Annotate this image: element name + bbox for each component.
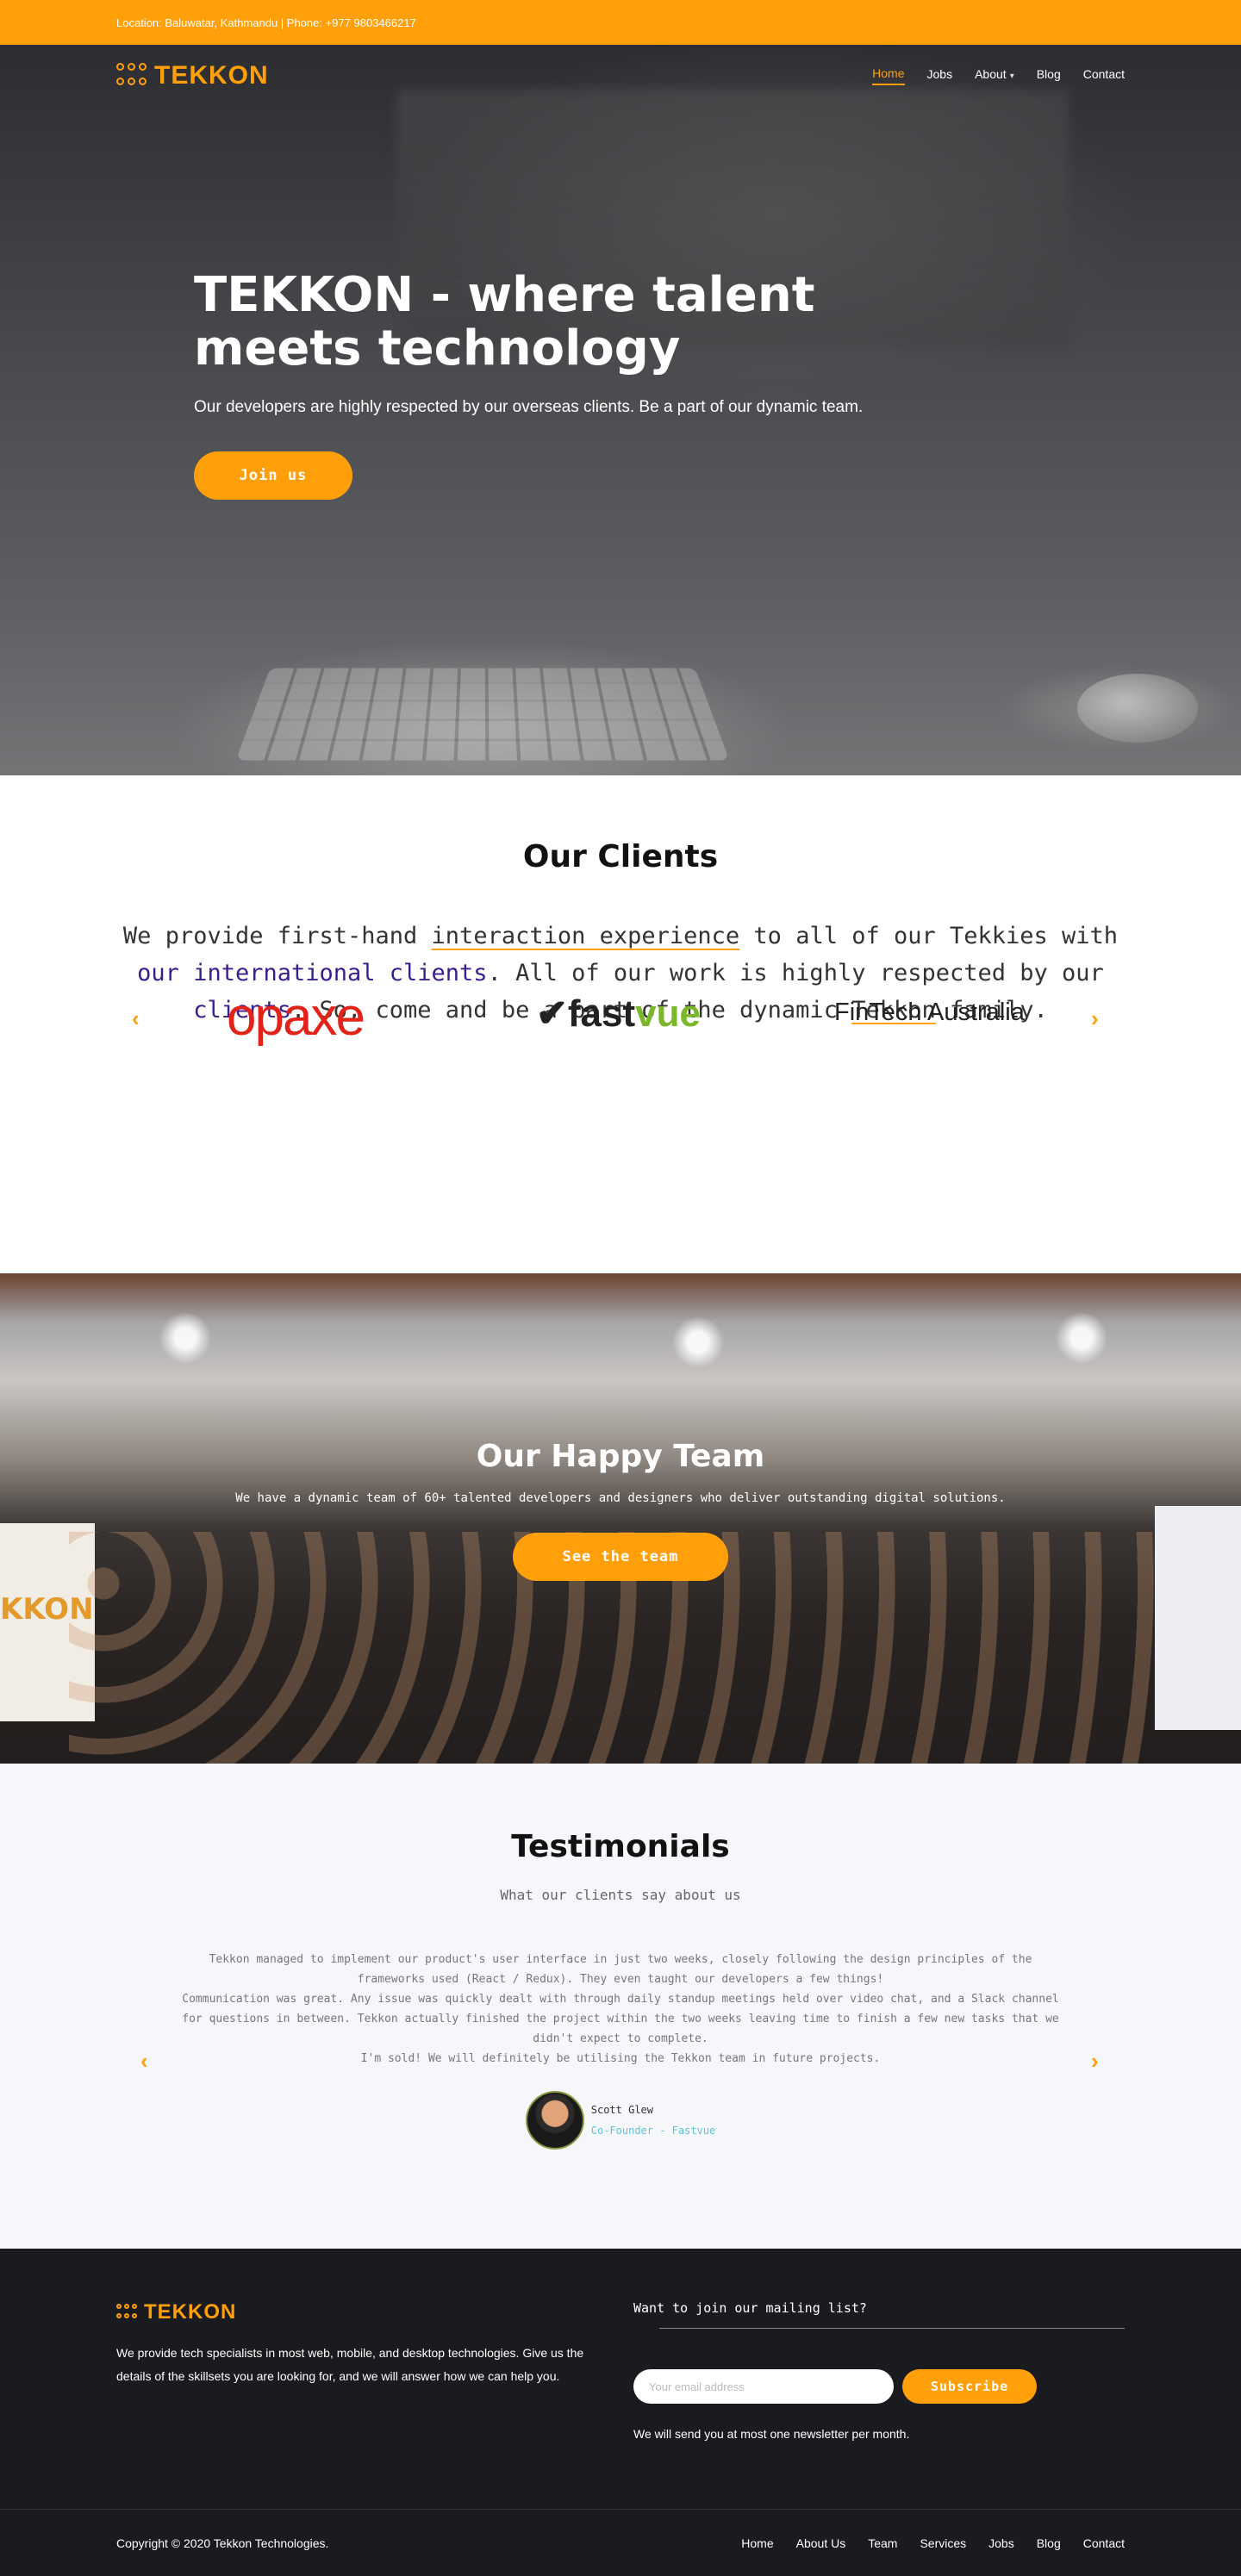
nav-home[interactable]: Home	[872, 66, 905, 85]
brand-name: TEKKON	[154, 61, 269, 90]
fastvue-mark-icon: ✔	[536, 992, 568, 1035]
quote-paragraph: Tekkon managed to implement our product'…	[209, 1953, 1032, 1986]
nav-blog[interactable]: Blog	[1037, 67, 1061, 84]
hero-content: TEKKON - where talent meets technology O…	[194, 269, 970, 500]
footer-link-contact[interactable]: Contact	[1083, 2536, 1125, 2550]
nav-about-label: About	[975, 67, 1007, 81]
hero-subtitle: Our developers are highly respected by o…	[194, 398, 864, 416]
chevron-left-icon[interactable]: ‹	[140, 2048, 148, 2075]
email-input[interactable]	[633, 2369, 894, 2404]
team-title: Our Happy Team	[476, 1439, 765, 1474]
nav-about[interactable]: About ▾	[975, 67, 1014, 84]
footer-link-jobs[interactable]: Jobs	[988, 2536, 1014, 2550]
chevron-left-icon[interactable]: ‹	[132, 1005, 140, 1032]
footer-bottom-bar: Copyright © 2020 Tekkon Technologies. Ho…	[0, 2509, 1241, 2576]
quote-paragraph: Communication was great. Any issue was q…	[182, 1993, 1059, 2045]
team-section: KKON Our Happy Team We have a dynamic te…	[0, 1273, 1241, 1764]
client-logo-fastvue: ✔fastvue	[536, 992, 701, 1036]
hero-title: TEKKON - where talent meets technology	[194, 267, 815, 376]
footer-logo[interactable]: TEKKON	[116, 2300, 236, 2324]
author-name: Scott Glew	[590, 2104, 653, 2116]
avatar	[525, 2091, 584, 2150]
testimonials-subtitle: What our clients say about us	[500, 1887, 741, 1903]
hero-background-keyboard	[235, 668, 730, 761]
highlight-international-clients: our international clients	[137, 960, 488, 986]
tekkon-logo-icon	[116, 2304, 137, 2321]
testimonial-quote: Tekkon managed to implement our product'…	[181, 1950, 1060, 2069]
testimonials-title: Testimonials	[511, 1829, 730, 1864]
nav-menu: Home Jobs About ▾ Blog Contact	[872, 66, 1125, 85]
footer-brand-name: TEKKON	[144, 2300, 237, 2324]
footer-link-services[interactable]: Services	[920, 2536, 966, 2550]
team-content: Our Happy Team We have a dynamic team of…	[0, 1273, 1241, 1581]
testimonial-author: Scott Glew Co-Founder - Fastvue	[0, 2091, 1241, 2150]
top-info-bar: Location: Baluwatar, Kathmandu | Phone: …	[0, 0, 1241, 45]
hero-section: TEKKON Home Jobs About ▾ Blog Contact TEK…	[0, 45, 1241, 775]
see-the-team-button[interactable]: See the team	[513, 1533, 728, 1581]
location-phone-text: Location: Baluwatar, Kathmandu | Phone: …	[116, 16, 416, 29]
footer-link-home[interactable]: Home	[741, 2536, 773, 2550]
chevron-down-icon: ▾	[1009, 72, 1014, 81]
copyright-text: Copyright © 2020 Tekkon Technologies.	[116, 2536, 329, 2550]
client-logo-opaxe: opaxe	[227, 987, 365, 1047]
main-navbar: TEKKON Home Jobs About ▾ Blog Contact	[0, 45, 1241, 107]
chevron-right-icon[interactable]: ›	[1091, 1005, 1099, 1032]
tekkon-logo-icon	[116, 63, 147, 89]
client-logo-fintech-australia: FinTech Australia	[834, 999, 1025, 1026]
footer-link-about-us[interactable]: About Us	[796, 2536, 846, 2550]
clients-title: Our Clients	[522, 839, 719, 874]
footer-links: Home About Us Team Services Jobs Blog Co…	[741, 2536, 1125, 2550]
nav-jobs[interactable]: Jobs	[927, 67, 953, 84]
fastvue-text-fast: fast	[567, 992, 636, 1035]
nav-contact[interactable]: Contact	[1083, 67, 1125, 84]
footer-description: We provide tech specialists in most web,…	[116, 2346, 584, 2383]
brand-logo[interactable]: TEKKON	[116, 61, 269, 90]
fastvue-text-vue: vue	[635, 992, 701, 1035]
footer-link-blog[interactable]: Blog	[1037, 2536, 1061, 2550]
mailing-list-title: Want to join our mailing list?	[633, 2300, 867, 2316]
team-subtitle: We have a dynamic team of 60+ talented d…	[235, 1491, 1006, 1505]
testimonials-section: Testimonials What our clients say about …	[0, 1764, 1241, 2249]
chevron-right-icon[interactable]: ›	[1091, 2048, 1099, 2075]
clients-section: Our Clients We provide first-hand intera…	[0, 775, 1241, 1273]
footer-link-team[interactable]: Team	[868, 2536, 897, 2550]
highlight-interaction-experience: interaction experience	[431, 923, 740, 949]
quote-paragraph: I'm sold! We will definitely be utilisin…	[360, 2052, 881, 2065]
footer: TEKKON We provide tech specialists in mo…	[0, 2249, 1241, 2576]
newsletter-note: We will send you at most one newsletter …	[633, 2427, 910, 2441]
divider	[659, 2328, 1125, 2329]
page: Location: Baluwatar, Kathmandu | Phone: …	[0, 0, 1241, 2576]
subscribe-button[interactable]: Subscribe	[902, 2369, 1037, 2404]
hero-background-mouse	[1077, 674, 1198, 743]
join-us-button[interactable]: Join us	[194, 451, 352, 500]
author-role: Co-Founder - Fastvue	[590, 2125, 716, 2137]
